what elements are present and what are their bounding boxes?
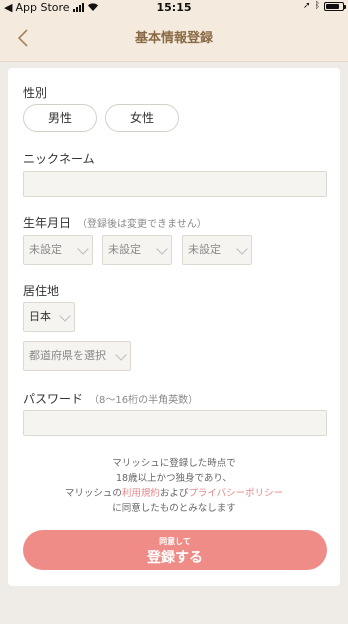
chevron-down-icon	[59, 310, 71, 322]
prefecture-value: 都道府県を選択	[29, 349, 106, 362]
register-button-sublabel: 同意して	[159, 537, 191, 546]
register-button[interactable]: 同意して 登録する	[23, 530, 327, 570]
status-bar: ◀ App Store 15:15 ➚ ᛒ	[0, 0, 348, 16]
birth-month-select[interactable]: 未設定	[102, 235, 172, 265]
nickname-label: ニックネーム	[23, 152, 95, 166]
status-time: 15:15	[156, 1, 192, 14]
password-label-text: パスワード	[23, 392, 84, 406]
terms-line-4: に同意したものとみなします	[112, 503, 236, 514]
birth-year-value: 未設定	[29, 243, 62, 256]
battery-icon	[324, 1, 346, 11]
birth-day-select[interactable]: 未設定	[182, 235, 252, 265]
prefecture-select[interactable]: 都道府県を選択	[23, 341, 131, 371]
nav-bar: 基本情報登録	[0, 16, 348, 62]
birth-year-select[interactable]: 未設定	[23, 235, 93, 265]
gender-female-button[interactable]: 女性	[105, 104, 179, 132]
battery-fill	[326, 3, 339, 9]
nickname-input[interactable]	[23, 171, 327, 197]
terms-line-3-prefix: マリッシュの	[64, 488, 122, 499]
terms-line-2: 18歳以上かつ独身であり、	[115, 473, 233, 484]
location-icon: ➚	[303, 1, 311, 11]
privacy-policy-link[interactable]: プライバシーポリシー	[188, 488, 283, 499]
chevron-down-icon	[77, 243, 89, 255]
password-input[interactable]	[23, 410, 327, 436]
gender-male-button[interactable]: 男性	[23, 104, 97, 132]
country-value: 日本	[29, 310, 51, 323]
register-button-label: 登録する	[147, 550, 203, 566]
status-right: ➚ ᛒ	[303, 1, 346, 11]
birthday-label: 生年月日 （登録後は変更できません）	[23, 214, 207, 231]
terms-line-3: マリッシュの利用規約およびプライバシーポリシー	[8, 486, 340, 501]
terms-line-1: マリッシュに登録した時点で	[112, 458, 236, 469]
terms-of-use-link[interactable]: 利用規約	[122, 488, 160, 499]
registration-form: 性別 男性 女性 ニックネーム 生年月日 （登録後は変更できません） 未設定 未設…	[8, 68, 340, 586]
birth-month-value: 未設定	[108, 243, 141, 256]
password-note: （8〜16桁の半角英数）	[89, 395, 199, 406]
chevron-down-icon	[115, 349, 127, 361]
terms-notice: マリッシュに登録した時点で 18歳以上かつ独身であり、 マリッシュの利用規約およ…	[8, 456, 340, 516]
chevron-down-icon	[236, 243, 248, 255]
gender-label: 性別	[23, 86, 48, 100]
chevron-down-icon	[156, 243, 168, 255]
country-select[interactable]: 日本	[23, 302, 75, 332]
birthday-label-text: 生年月日	[23, 216, 72, 230]
terms-and-text: および	[159, 488, 189, 499]
birth-day-value: 未設定	[188, 243, 221, 256]
password-label: パスワード （8〜16桁の半角英数）	[23, 390, 198, 407]
birthday-note: （登録後は変更できません）	[77, 219, 207, 230]
bluetooth-icon: ᛒ	[314, 1, 320, 11]
page-title: 基本情報登録	[134, 31, 213, 46]
residence-label: 居住地	[23, 284, 60, 298]
